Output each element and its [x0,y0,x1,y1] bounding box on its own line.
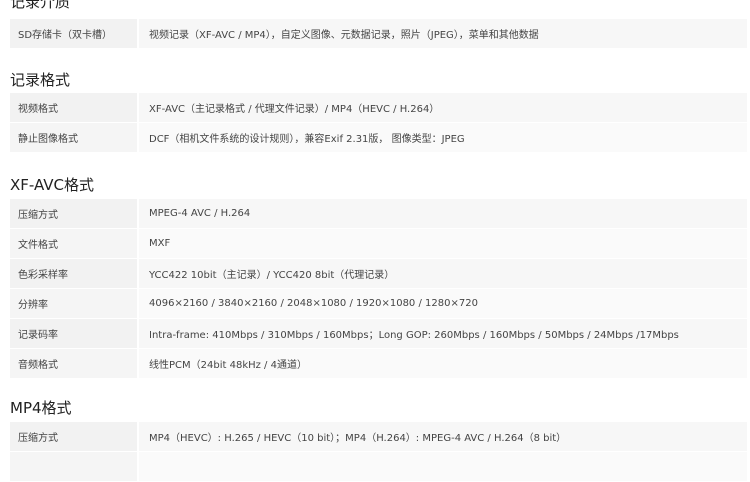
table-row [10,451,747,482]
table-row: SD存储卡（双卡槽） 视频记录（XF-AVC / MP4），自定义图像、元数据记… [10,19,747,49]
table-row: 视频格式 XF-AVC（主记录格式 / 代理文件记录）/ MP4（HEVC / … [10,93,747,123]
spec-key: 记录码率 [10,318,139,349]
spec-key: 文件格式 [10,228,139,259]
section-title-xf-avc-format: XF-AVC格式 [10,176,95,194]
section-title-recording-format: 记录格式 [10,71,71,89]
spec-key: 静止图像格式 [10,122,139,153]
spec-key: 视频格式 [10,93,139,123]
spec-value: Intra-frame: 410Mbps / 310Mbps / 160Mbps… [138,318,747,349]
spec-key: 色彩采样率 [10,258,139,289]
spec-value: DCF（相机文件系统的设计规则），兼容Exif 2.31版， 图像类型：JPEG [138,122,747,153]
table-row: 记录码率 Intra-frame: 410Mbps / 310Mbps / 16… [10,318,747,349]
table-row: 静止图像格式 DCF（相机文件系统的设计规则），兼容Exif 2.31版， 图像… [10,122,747,153]
table-row: 色彩采样率 YCC422 10bit（主记录）/ YCC420 8bit（代理记… [10,258,747,289]
spec-key: 分辨率 [10,288,139,319]
spec-key [10,451,139,482]
spec-table-mp4-format: 压缩方式 MP4（HEVC）: H.265 / HEVC（10 bit）；MP4… [10,422,747,482]
spec-value: XF-AVC（主记录格式 / 代理文件记录）/ MP4（HEVC / H.264… [138,93,747,123]
table-row: 压缩方式 MPEG-4 AVC / H.264 [10,199,747,229]
table-row: 音频格式 线性PCM（24bit 48kHz / 4通道） [10,348,747,379]
table-row: 压缩方式 MP4（HEVC）: H.265 / HEVC（10 bit）；MP4… [10,422,747,452]
section-title-mp4-format: MP4格式 [10,399,72,417]
spec-key: 压缩方式 [10,199,139,229]
table-row: 文件格式 MXF [10,228,747,259]
spec-value: MPEG-4 AVC / H.264 [138,199,747,229]
table-row: 分辨率 4096×2160 / 3840×2160 / 2048×1080 / … [10,288,747,319]
spec-table-xf-avc-format: 压缩方式 MPEG-4 AVC / H.264 文件格式 MXF 色彩采样率 Y… [10,199,747,379]
spec-value: 线性PCM（24bit 48kHz / 4通道） [138,348,747,379]
spec-key: SD存储卡（双卡槽） [10,19,139,49]
spec-value: MXF [138,228,747,259]
spec-value: MP4（HEVC）: H.265 / HEVC（10 bit）；MP4（H.26… [138,422,747,452]
spec-table-recording-format: 视频格式 XF-AVC（主记录格式 / 代理文件记录）/ MP4（HEVC / … [10,93,747,153]
spec-key: 音频格式 [10,348,139,379]
spec-key: 压缩方式 [10,422,139,452]
spec-value: 4096×2160 / 3840×2160 / 2048×1080 / 1920… [138,288,747,319]
spec-value: YCC422 10bit（主记录）/ YCC420 8bit（代理记录） [138,258,747,289]
spec-value: 视频记录（XF-AVC / MP4），自定义图像、元数据记录，照片（JPEG），… [138,19,747,49]
spec-table-recording-media: SD存储卡（双卡槽） 视频记录（XF-AVC / MP4），自定义图像、元数据记… [10,19,747,49]
spec-value [138,451,747,482]
section-title-recording-media: 记录介质 [10,0,71,11]
